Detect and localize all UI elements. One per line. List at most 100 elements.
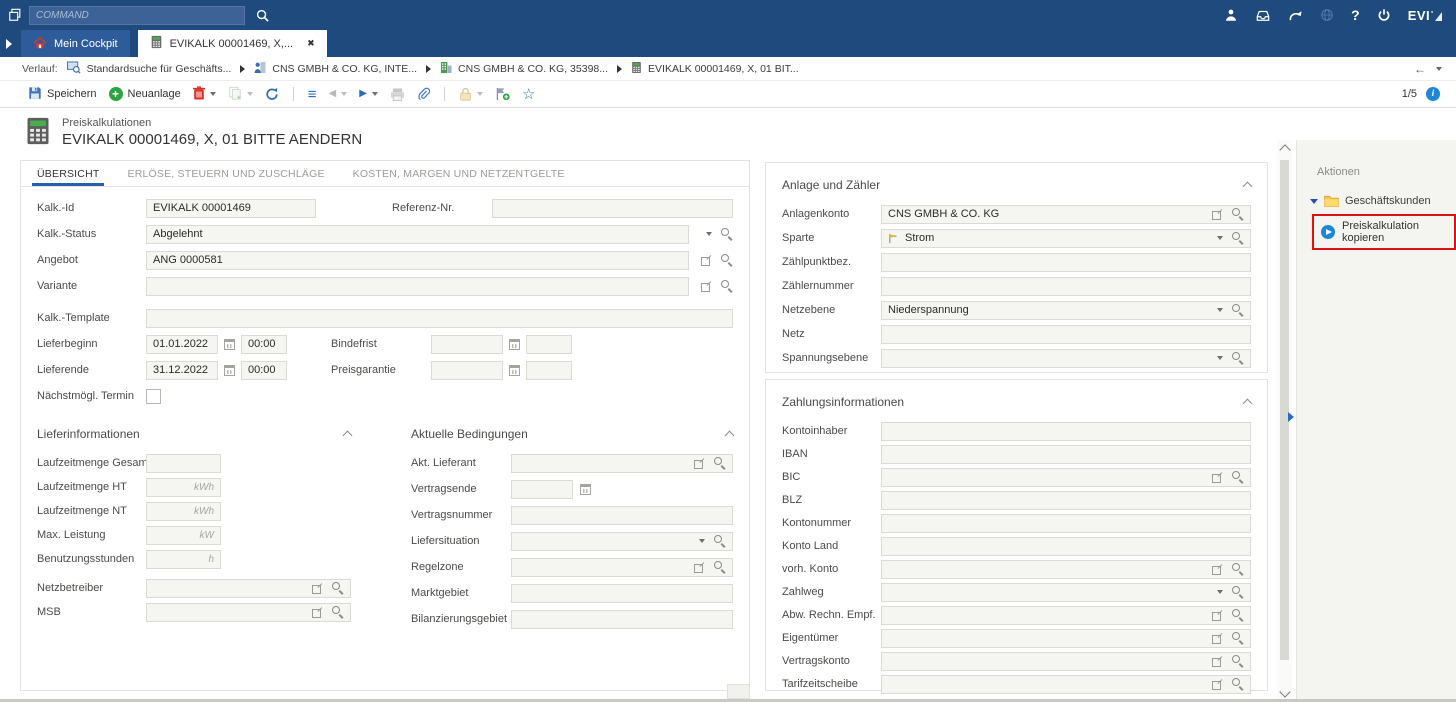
vertragsnummer-input[interactable]	[511, 506, 733, 525]
command-input[interactable]	[29, 6, 245, 25]
zaehlernummer-input[interactable]	[881, 277, 1251, 296]
lookup-icon[interactable]	[1232, 304, 1244, 316]
search-icon[interactable]	[255, 8, 270, 23]
laufzeitmenge-gesamt-input[interactable]	[146, 454, 221, 473]
zahlweg-input[interactable]	[881, 583, 1251, 602]
lookup-icon[interactable]	[1232, 586, 1244, 598]
netz-input[interactable]	[881, 325, 1251, 344]
lookup-icon[interactable]	[714, 561, 726, 573]
dropdown-icon[interactable]	[1217, 236, 1223, 240]
dropdown-icon[interactable]	[1217, 590, 1223, 594]
lookup-icon[interactable]	[1232, 678, 1244, 690]
laufzeitmenge-ht-input[interactable]: kWh	[146, 478, 221, 497]
calendar-icon[interactable]	[580, 484, 591, 495]
regelzone-input[interactable]	[511, 558, 733, 577]
collapse-section-icon[interactable]	[1243, 398, 1253, 408]
kontonummer-input[interactable]	[881, 514, 1251, 533]
next-dropdown-icon[interactable]	[372, 92, 378, 96]
abw-rechn-empf-input[interactable]	[881, 606, 1251, 625]
breadcrumb-item-calculation[interactable]: EVIKALK 00001469, X, 01 BIT...	[631, 61, 799, 77]
vertragsende-input[interactable]	[511, 480, 573, 499]
help-icon[interactable]: ?	[1351, 7, 1360, 23]
open-record-icon[interactable]	[1212, 472, 1223, 483]
calendar-icon[interactable]	[509, 365, 520, 376]
history-dropdown-icon[interactable]	[1436, 67, 1442, 71]
lookup-icon[interactable]	[1232, 208, 1244, 220]
preisgarantie-time-input[interactable]	[526, 361, 572, 380]
konto-land-input[interactable]	[881, 537, 1251, 556]
dropdown-icon[interactable]	[1217, 308, 1223, 312]
lookup-icon[interactable]	[1232, 471, 1244, 483]
sparte-input[interactable]: Strom	[881, 229, 1251, 248]
calendar-icon[interactable]	[509, 339, 520, 350]
sidebar-expander-icon[interactable]	[6, 39, 12, 49]
collapse-section-icon[interactable]	[725, 430, 735, 440]
dropdown-icon[interactable]	[699, 539, 705, 543]
dropdown-icon[interactable]	[706, 232, 712, 236]
lookup-icon[interactable]	[1232, 563, 1244, 575]
lookup-icon[interactable]	[1232, 655, 1244, 667]
favorite-star-icon[interactable]: ☆	[522, 87, 535, 102]
angebot-input[interactable]: ANG 0000581	[146, 251, 689, 270]
next-record-button[interactable]: ▶	[359, 89, 378, 99]
menu-icon[interactable]: ≡	[308, 87, 317, 102]
lieferbeginn-time-input[interactable]: 00:00	[241, 335, 287, 354]
info-icon[interactable]: i	[1426, 87, 1440, 101]
max-leistung-input[interactable]: kW	[146, 526, 221, 545]
collapse-section-icon[interactable]	[1243, 181, 1253, 191]
breadcrumb-item-company[interactable]: CNS GMBH & CO. KG, 35398...	[440, 61, 608, 77]
variante-input[interactable]	[146, 277, 689, 296]
anlagenkonto-input[interactable]: CNS GMBH & CO. KG	[881, 205, 1251, 224]
kalk-status-input[interactable]: Abgelehnt	[146, 225, 689, 244]
lookup-icon[interactable]	[1232, 232, 1244, 244]
scroll-up-icon[interactable]	[1279, 144, 1290, 155]
action-preiskalkulation-kopieren[interactable]: Preiskalkulation kopieren	[1312, 214, 1456, 250]
open-record-icon[interactable]	[1212, 564, 1223, 575]
attachment-button[interactable]	[417, 87, 430, 101]
collapse-section-icon[interactable]	[343, 430, 353, 440]
lieferende-time-input[interactable]: 00:00	[241, 361, 287, 380]
preisgarantie-date-input[interactable]	[431, 361, 503, 380]
open-record-icon[interactable]	[1212, 209, 1223, 220]
scroll-down-icon[interactable]	[1279, 686, 1290, 697]
open-record-icon[interactable]	[1212, 656, 1223, 667]
msb-input[interactable]	[146, 603, 351, 622]
open-record-icon[interactable]	[694, 562, 705, 573]
eigentuemer-input[interactable]	[881, 629, 1251, 648]
benutzungsstunden-input[interactable]: h	[146, 550, 221, 569]
breadcrumb-item-search[interactable]: Standardsuche für Geschäfts...	[67, 61, 232, 77]
tree-group-geschaeftskunden[interactable]: Geschäftskunden	[1310, 195, 1456, 207]
user-icon[interactable]	[1224, 8, 1238, 22]
close-tab-icon[interactable]: ✖	[307, 38, 315, 49]
laufzeitmenge-nt-input[interactable]: kWh	[146, 502, 221, 521]
kalk-id-input[interactable]: EVIKALK 00001469	[146, 199, 316, 218]
lookup-icon[interactable]	[721, 280, 733, 292]
save-button[interactable]: Speichern	[28, 86, 97, 103]
redo-icon[interactable]	[1288, 9, 1303, 22]
power-icon[interactable]	[1377, 8, 1391, 22]
iban-input[interactable]	[881, 445, 1251, 464]
tab-record-evikalk[interactable]: EVIKALK 00001469, X,... ✖	[138, 30, 327, 57]
blz-input[interactable]	[881, 491, 1251, 510]
open-record-icon[interactable]	[701, 281, 712, 292]
panel-collapse-handle-icon[interactable]	[1288, 412, 1294, 422]
calendar-icon[interactable]	[224, 365, 235, 376]
open-record-icon[interactable]	[1212, 633, 1223, 644]
open-record-icon[interactable]	[694, 458, 705, 469]
liefersituation-input[interactable]	[511, 532, 733, 551]
akt-lieferant-input[interactable]	[511, 454, 733, 473]
vorh-konto-input[interactable]	[881, 560, 1251, 579]
tab-mein-cockpit[interactable]: Mein Cockpit	[21, 30, 130, 57]
lookup-icon[interactable]	[1232, 609, 1244, 621]
app-cube-icon[interactable]	[8, 8, 22, 22]
lookup-icon[interactable]	[721, 228, 733, 240]
history-back-icon[interactable]: ←	[1414, 62, 1426, 76]
lookup-icon[interactable]	[714, 535, 726, 547]
lieferbeginn-date-input[interactable]: 01.01.2022	[146, 335, 218, 354]
tab-erloese-steuern[interactable]: ERLÖSE, STEUERN UND ZUSCHLÄGE	[127, 161, 324, 186]
kalk-template-input[interactable]	[146, 309, 733, 328]
open-record-icon[interactable]	[312, 583, 323, 594]
vertragskonto-input[interactable]	[881, 652, 1251, 671]
lookup-icon[interactable]	[332, 582, 344, 594]
inbox-icon[interactable]	[1255, 8, 1271, 22]
